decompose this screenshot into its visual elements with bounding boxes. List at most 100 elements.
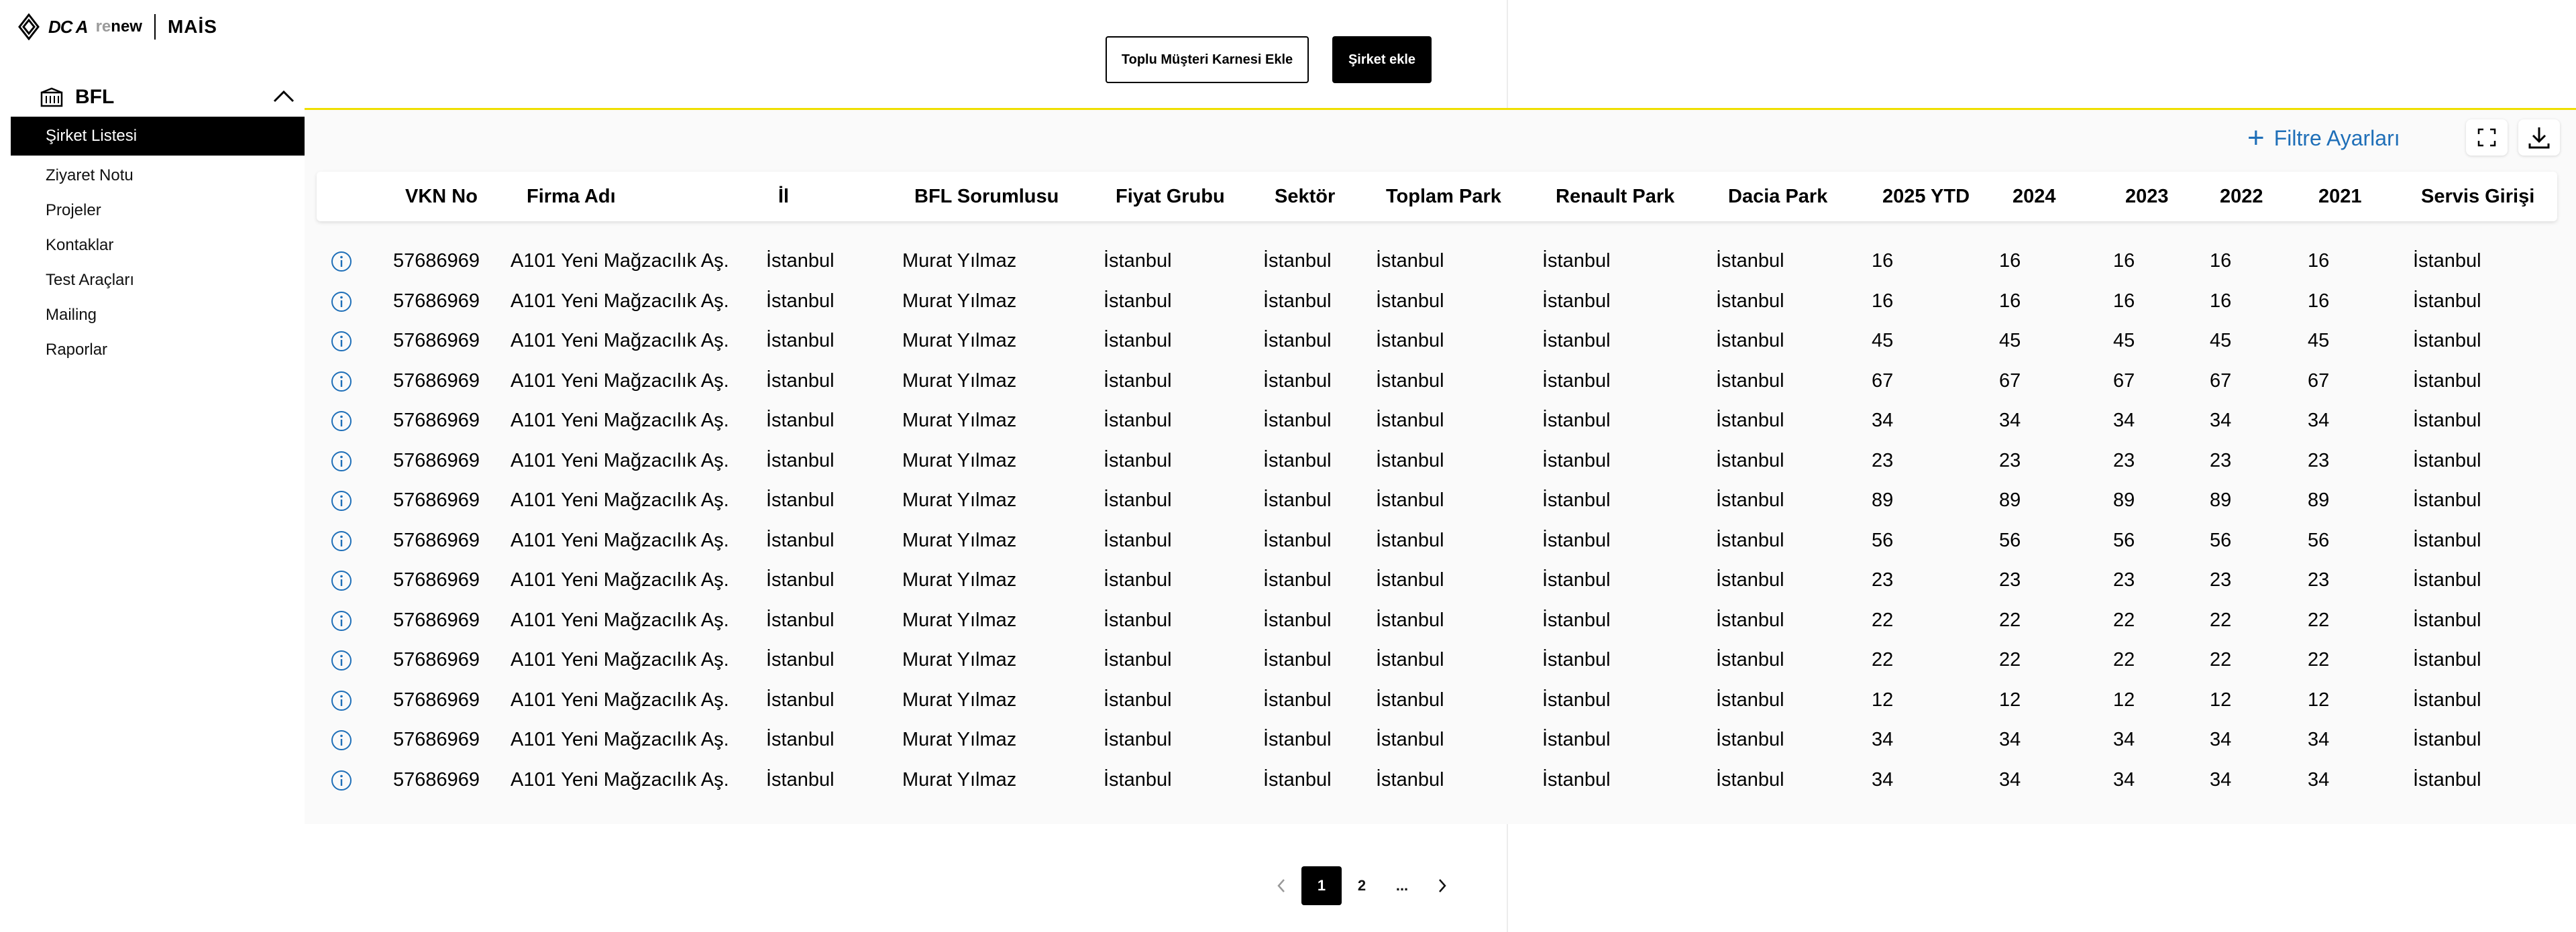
info-icon[interactable]	[330, 569, 353, 592]
table-cell: İstanbul	[2413, 768, 2481, 791]
sidebar-item-test-araclari[interactable]: Test Araçları	[11, 263, 305, 298]
table-cell: İstanbul	[1716, 250, 1784, 272]
info-icon[interactable]	[330, 609, 353, 632]
table-cell: 22	[1872, 609, 1894, 631]
column-header[interactable]: BFL Sorumlusu	[914, 172, 1059, 221]
column-header[interactable]: VKN No	[405, 172, 478, 221]
table-cell: 56	[2210, 529, 2232, 551]
table-cell: 45	[2210, 330, 2232, 351]
column-header[interactable]: Dacia Park	[1728, 172, 1827, 221]
table-cell: 12	[2308, 689, 2330, 711]
table-cell: 67	[2210, 369, 2232, 392]
table-cell: İstanbul	[2413, 729, 2481, 750]
table-row[interactable]: 57686969 A101 Yeni Mağzacılık Aş. İstanbul…	[305, 521, 2576, 561]
info-icon[interactable]	[330, 410, 353, 432]
table-cell: 12	[1999, 689, 2021, 711]
sidebar-item-raporlar[interactable]: Raporlar	[11, 333, 305, 367]
table-cell: İstanbul	[1716, 729, 1784, 750]
info-icon[interactable]	[330, 530, 353, 552]
table-cell: 56	[1872, 529, 1894, 551]
table-cell: 22	[2308, 609, 2330, 631]
table-cell: 12	[1872, 689, 1894, 711]
info-icon[interactable]	[330, 450, 353, 473]
table-cell: İstanbul	[1104, 529, 1172, 551]
info-icon[interactable]	[330, 489, 353, 512]
column-header[interactable]: 2024	[2012, 172, 2056, 221]
sidebar-item-sirket-listesi[interactable]: Şirket Listesi	[11, 117, 305, 156]
table-row[interactable]: 57686969 A101 Yeni Mağzacılık Aş. İstanbul…	[305, 561, 2576, 601]
sidebar-item-mailing[interactable]: Mailing	[11, 298, 305, 333]
chevron-left-icon	[1277, 879, 1285, 892]
page-button-2[interactable]: 2	[1342, 866, 1382, 905]
table-cell: 89	[1999, 489, 2021, 511]
sidebar-item-projeler[interactable]: Projeler	[11, 193, 305, 228]
table-cell: 57686969	[393, 290, 480, 312]
brand-logo[interactable]: DC A renew MAİS	[17, 13, 217, 40]
prev-page-button[interactable]	[1261, 866, 1301, 905]
column-header[interactable]: Servis Girişi	[2421, 172, 2534, 221]
info-icon[interactable]	[330, 649, 353, 672]
table-row[interactable]: 57686969 A101 Yeni Mağzacılık Aş. İstanbul…	[305, 401, 2576, 441]
table-cell: İstanbul	[1104, 410, 1172, 431]
table-cell: 45	[2308, 330, 2330, 351]
table-row[interactable]: 57686969 A101 Yeni Mağzacılık Aş. İstanbul…	[305, 321, 2576, 361]
info-icon[interactable]	[330, 290, 353, 313]
table-cell: 89	[2113, 489, 2135, 511]
table-row[interactable]: 57686969 A101 Yeni Mağzacılık Aş. İstanbul…	[305, 481, 2576, 521]
info-icon[interactable]	[330, 370, 353, 393]
table-cell: 23	[1999, 449, 2021, 471]
table-cell: İstanbul	[1542, 489, 1611, 511]
table-cell: İstanbul	[1716, 449, 1784, 471]
table-row[interactable]: 57686969 A101 Yeni Mağzacılık Aş. İstanbul…	[305, 720, 2576, 760]
table-cell: 57686969	[393, 330, 480, 351]
table-row[interactable]: 57686969 A101 Yeni Mağzacılık Aş. İstanbul…	[305, 681, 2576, 721]
table-cell: 22	[2113, 609, 2135, 631]
column-header[interactable]: Fiyat Grubu	[1116, 172, 1225, 221]
column-header[interactable]: Toplam Park	[1386, 172, 1501, 221]
table-row[interactable]: 57686969 A101 Yeni Mağzacılık Aş. İstanbul…	[305, 282, 2576, 322]
app-root: DC A renew MAİS BFL Şirket Listesi Ziyar…	[0, 0, 2576, 932]
table-row[interactable]: 57686969 A101 Yeni Mağzacılık Aş. İstanbul…	[305, 760, 2576, 801]
table-cell: İstanbul	[766, 330, 835, 351]
column-header[interactable]: Firma Adı	[527, 172, 616, 221]
column-header[interactable]: 2021	[2318, 172, 2362, 221]
column-header[interactable]: 2023	[2125, 172, 2169, 221]
add-company-button[interactable]: Şirket ekle	[1332, 36, 1432, 83]
sidebar-item-ziyaret-notu[interactable]: Ziyaret Notu	[11, 158, 305, 193]
table-cell: İstanbul	[1263, 410, 1332, 431]
filter-settings-button[interactable]: + Filtre Ayarları	[2247, 123, 2400, 153]
table-cell: İstanbul	[766, 369, 835, 392]
sidebar-item-kontaklar[interactable]: Kontaklar	[11, 228, 305, 263]
table-cell: A101 Yeni Mağzacılık Aş.	[511, 410, 729, 431]
table-cell: 56	[2113, 529, 2135, 551]
column-header[interactable]: Sektör	[1275, 172, 1335, 221]
column-header[interactable]: 2025 YTD	[1882, 172, 1970, 221]
info-icon[interactable]	[330, 250, 353, 273]
table-cell: İstanbul	[1542, 768, 1611, 791]
download-button[interactable]	[2518, 119, 2560, 156]
table-cell: 22	[2210, 649, 2232, 671]
column-header[interactable]: 2022	[2220, 172, 2263, 221]
next-page-button[interactable]	[1422, 866, 1462, 905]
table-cell: 57686969	[393, 768, 480, 791]
bulk-add-scorecard-button[interactable]: Toplu Müşteri Karnesi Ekle	[1106, 36, 1309, 83]
table-row[interactable]: 57686969 A101 Yeni Mağzacılık Aş. İstanbul…	[305, 241, 2576, 282]
table-cell: Murat Yılmaz	[902, 729, 1017, 750]
column-header[interactable]: Renault Park	[1556, 172, 1674, 221]
table-cell: İstanbul	[1542, 330, 1611, 351]
sidebar-section-header[interactable]: BFL	[40, 82, 295, 113]
info-icon[interactable]	[330, 330, 353, 353]
info-icon[interactable]	[330, 729, 353, 752]
table-row[interactable]: 57686969 A101 Yeni Mağzacılık Aş. İstanbul…	[305, 361, 2576, 402]
table-cell: İstanbul	[1376, 609, 1444, 631]
page-button-1[interactable]: 1	[1301, 866, 1342, 905]
table-row[interactable]: 57686969 A101 Yeni Mağzacılık Aş. İstanbul…	[305, 441, 2576, 481]
table-row[interactable]: 57686969 A101 Yeni Mağzacılık Aş. İstanbul…	[305, 640, 2576, 681]
fullscreen-button[interactable]	[2466, 119, 2508, 156]
info-icon[interactable]	[330, 769, 353, 792]
table-cell: İstanbul	[766, 250, 835, 272]
chevron-up-icon[interactable]	[272, 87, 295, 105]
info-icon[interactable]	[330, 689, 353, 712]
table-row[interactable]: 57686969 A101 Yeni Mağzacılık Aş. İstanbul…	[305, 601, 2576, 641]
column-header[interactable]: İl	[778, 172, 789, 221]
